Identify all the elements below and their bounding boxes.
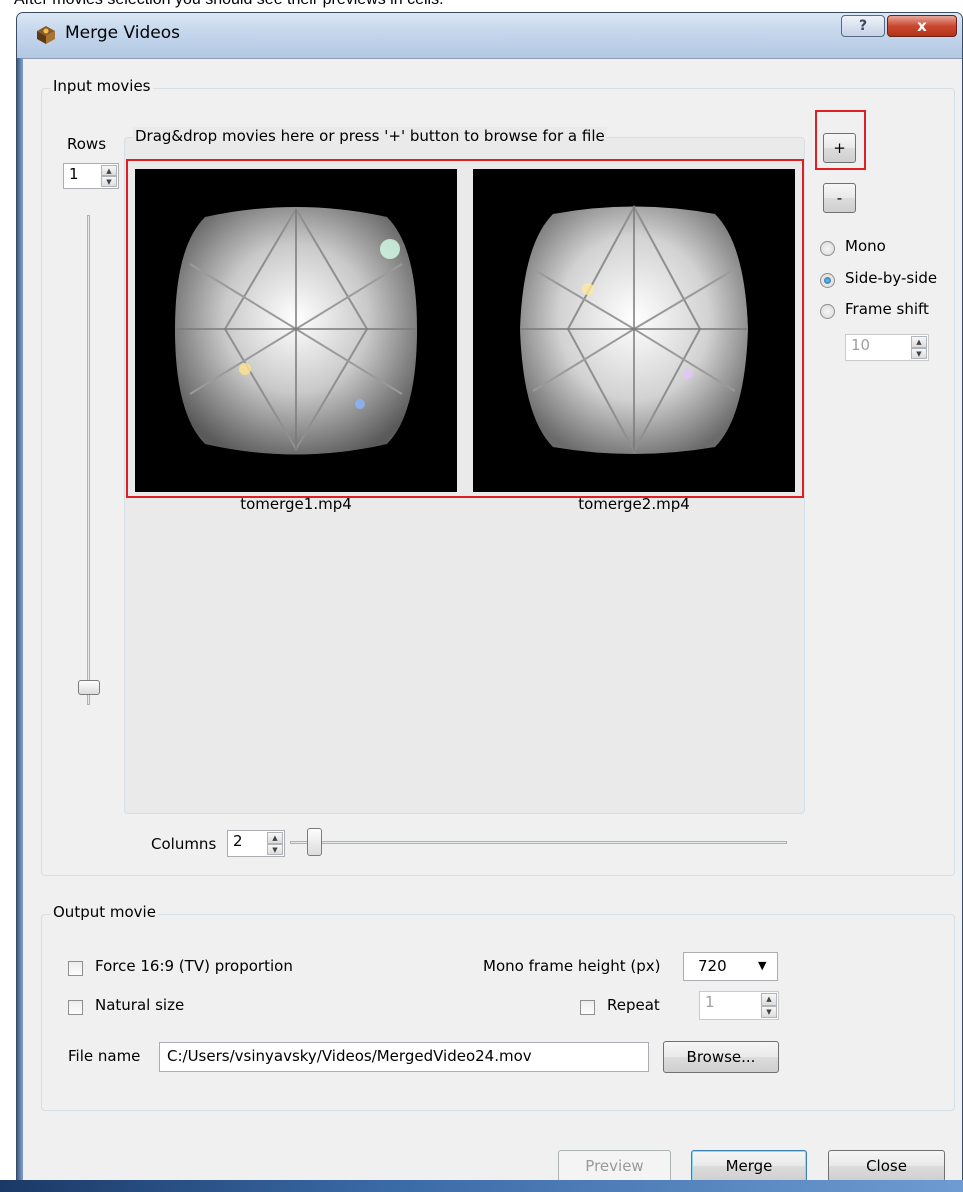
taskbar-edge [0, 1180, 963, 1192]
window-title: Merge Videos [65, 23, 180, 43]
columns-label: Columns [151, 835, 217, 853]
spin-down-icon[interactable]: ▼ [267, 843, 283, 855]
repeat-spinbox[interactable]: 1 ▲ ▼ [699, 991, 779, 1020]
columns-value[interactable]: 2 [233, 832, 243, 850]
page-caption: After movies selection you should see th… [14, 0, 444, 9]
columns-spin-arrows[interactable]: ▲ ▼ [267, 832, 283, 855]
output-movie-title: Output movie [51, 903, 158, 921]
filename-input[interactable]: C:/Users/vsinyavsky/Videos/MergedVideo24… [159, 1042, 649, 1072]
merge-button[interactable]: Merge [691, 1150, 807, 1182]
frame-shift-value[interactable]: 10 [851, 336, 870, 354]
mono-height-label: Mono frame height (px) [483, 957, 661, 975]
thumbnail-1-filename: tomerge1.mp4 [240, 495, 352, 513]
remove-movie-button[interactable]: - [823, 183, 856, 213]
help-button[interactable]: ? [841, 15, 885, 37]
columns-slider-thumb[interactable] [307, 828, 322, 856]
add-movie-button[interactable]: + [823, 133, 856, 163]
filename-label: File name [68, 1047, 141, 1065]
rows-slider-thumb[interactable] [78, 680, 100, 695]
repeat-checkbox[interactable] [580, 1000, 595, 1015]
browse-button[interactable]: Browse... [663, 1041, 779, 1073]
frame-shift-radio[interactable] [820, 304, 835, 319]
thumbnail-2-filename: tomerge2.mp4 [578, 495, 690, 513]
title-bar[interactable]: Merge Videos ? x [17, 13, 962, 58]
dropzone-title: Drag&drop movies here or press '+' butto… [133, 127, 607, 145]
force-16-9-label[interactable]: Force 16:9 (TV) proportion [95, 957, 293, 975]
mono-height-combo[interactable]: 720 ▼ [683, 952, 778, 981]
spin-up-icon[interactable]: ▲ [911, 336, 927, 348]
diamond-image-1 [135, 169, 457, 492]
side-by-side-label[interactable]: Side-by-side [845, 269, 937, 287]
app-icon [37, 26, 55, 44]
side-by-side-radio[interactable] [820, 273, 835, 288]
input-movies-title: Input movies [51, 77, 153, 95]
repeat-spin-arrows[interactable]: ▲ ▼ [761, 993, 777, 1018]
diamond-image-2 [473, 169, 795, 492]
mono-height-value[interactable]: 720 [698, 957, 727, 975]
preview-button[interactable]: Preview [558, 1150, 671, 1182]
rows-label: Rows [67, 135, 107, 153]
spin-up-icon[interactable]: ▲ [101, 165, 117, 176]
frame-shift-spin-arrows[interactable]: ▲ ▼ [911, 336, 927, 359]
spin-down-icon[interactable]: ▼ [101, 176, 117, 187]
rows-slider-track[interactable] [87, 215, 90, 705]
dialog-client-area: Input movies Rows 1 ▲ ▼ Drag&drop movies … [23, 58, 962, 1191]
columns-slider-track[interactable] [290, 841, 787, 844]
rows-spin-arrows[interactable]: ▲ ▼ [101, 165, 117, 187]
rows-value[interactable]: 1 [69, 165, 79, 183]
natural-size-label[interactable]: Natural size [95, 996, 184, 1014]
force-16-9-checkbox[interactable] [68, 961, 83, 976]
repeat-value[interactable]: 1 [705, 993, 715, 1011]
mono-radio[interactable] [820, 241, 835, 256]
spin-up-icon[interactable]: ▲ [761, 993, 777, 1006]
thumbnail-2[interactable] [473, 169, 795, 492]
dropdown-arrow-icon[interactable]: ▼ [758, 959, 766, 972]
columns-spinbox[interactable]: 2 ▲ ▼ [227, 830, 285, 857]
repeat-label[interactable]: Repeat [607, 996, 660, 1014]
natural-size-checkbox[interactable] [68, 1000, 83, 1015]
rows-spinbox[interactable]: 1 ▲ ▼ [63, 163, 119, 189]
frame-shift-spinbox[interactable]: 10 ▲ ▼ [845, 334, 929, 361]
spin-up-icon[interactable]: ▲ [267, 832, 283, 844]
thumbnail-1[interactable] [135, 169, 457, 492]
window-close-button[interactable]: x [887, 15, 957, 37]
merge-videos-window: Merge Videos ? x Input movies Rows 1 ▲ ▼ … [16, 12, 963, 1192]
spin-down-icon[interactable]: ▼ [911, 347, 927, 359]
mono-label[interactable]: Mono [845, 237, 886, 255]
frame-shift-label[interactable]: Frame shift [845, 300, 929, 318]
spin-down-icon[interactable]: ▼ [761, 1005, 777, 1018]
close-button[interactable]: Close [828, 1150, 945, 1182]
